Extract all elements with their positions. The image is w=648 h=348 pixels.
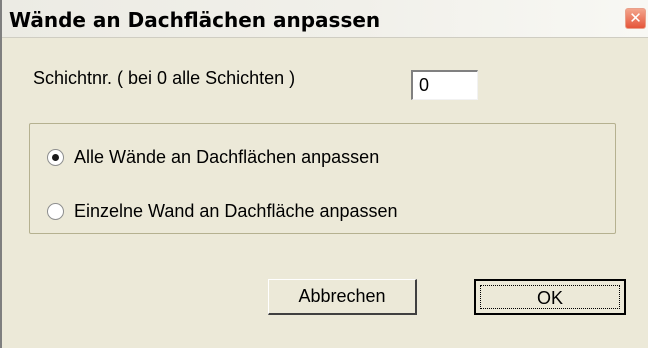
radio-single-wall[interactable]: Einzelne Wand an Dachfläche anpassen bbox=[47, 199, 398, 223]
layer-number-label: Schichtnr. ( bei 0 alle Schichten ) bbox=[33, 68, 296, 88]
title-bar[interactable]: Wände an Dachflächen anpassen ✕ bbox=[0, 0, 648, 38]
close-icon: ✕ bbox=[629, 9, 642, 27]
ok-button[interactable]: OK bbox=[474, 279, 626, 315]
window-title: Wände an Dachflächen anpassen bbox=[9, 8, 381, 32]
radio-single-wall-label: Einzelne Wand an Dachfläche anpassen bbox=[74, 200, 398, 221]
cancel-button[interactable]: Abbrechen bbox=[268, 279, 417, 315]
close-button[interactable]: ✕ bbox=[625, 8, 646, 29]
layer-number-input[interactable]: 0 bbox=[411, 70, 478, 100]
radio-all-walls[interactable]: Alle Wände an Dachflächen anpassen bbox=[47, 145, 379, 169]
radio-all-walls-label: Alle Wände an Dachflächen anpassen bbox=[74, 146, 380, 167]
dialog-window: Wände an Dachflächen anpassen ✕ Schichtn… bbox=[0, 0, 648, 348]
radio-unselected-icon[interactable] bbox=[47, 202, 64, 220]
ok-focus-rect: OK bbox=[480, 285, 620, 309]
window-left-border bbox=[0, 0, 2, 348]
radio-selected-icon[interactable] bbox=[47, 148, 64, 166]
